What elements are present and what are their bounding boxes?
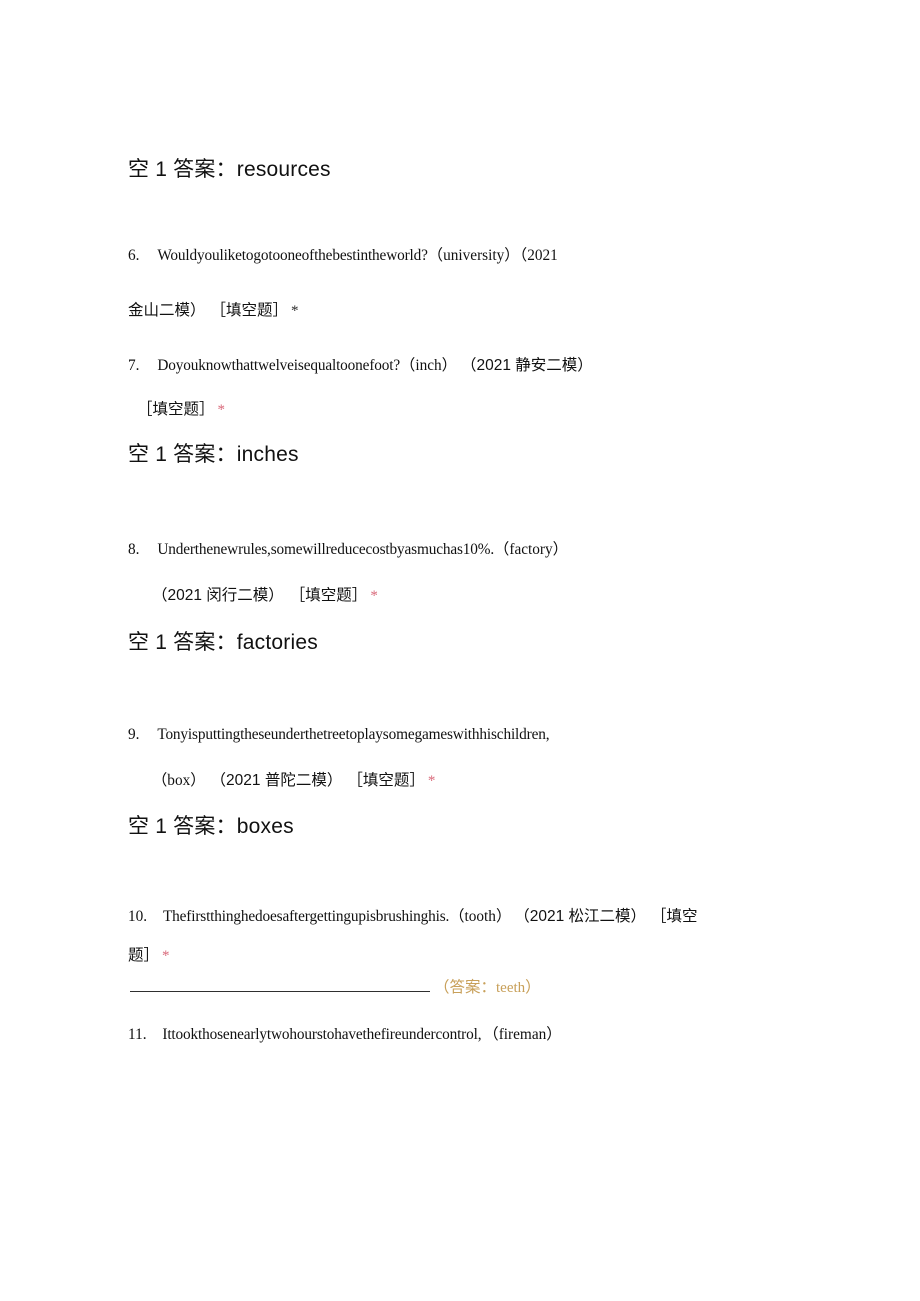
question-9-line-1: 9. Tonyisputtingtheseunderthetreetoplays… [128,712,828,758]
question-10-type-tag-part1: ［填空 [651,908,698,925]
question-6-required-marker: * [291,303,299,319]
answer-line-inches: 空 1 答案：inches [128,440,299,470]
inline-answer-suffix: ） [525,979,541,996]
question-10-type-tag-part2: 题］ [128,947,160,964]
question-item-10: 10. Thefirstthinghedoesaftergettingupisb… [128,897,828,976]
question-item-7: 7. Doyouknowthattwelveisequaltoonefoot?（… [128,344,808,432]
question-9-number: 9. [128,726,140,743]
question-7-line-1: 7. Doyouknowthattwelveisequaltoonefoot?（… [128,344,808,388]
question-6-hint: （university） [427,247,520,264]
question-10-blank-input[interactable] [130,977,430,992]
document-page: 空 1 答案：resources 6. Wouldyouliketogotoon… [0,0,920,1301]
question-8-number: 8. [128,541,140,558]
question-8-hint: （factory） [494,541,568,558]
question-9-type-tag: ［填空题］ [347,772,425,789]
question-8-type-tag: ［填空题］ [289,587,368,604]
question-7-hint: （inch） [400,357,457,374]
inline-answer-value: teeth [496,980,526,996]
question-7-source: （2021 静安二模） [460,357,593,374]
question-10-inline-answer: （答案：teeth） [434,975,541,997]
question-7-line-2: ［填空题］ * [128,388,808,432]
answer-text-factories: 空 1 答案：factories [128,631,318,654]
question-6-line-2: 金山二模） ［填空题］ * [128,283,788,339]
question-8-source: （2021 闵行二模） [152,587,284,604]
answer-text-boxes: 空 1 答案：boxes [128,815,294,838]
answer-line-resources: 空 1 答案：resources [128,155,331,185]
question-9-sentence: Tonyisputtingtheseunderthetreetoplaysome… [157,726,550,743]
question-6-source-tail: 金山二模） [128,302,206,319]
question-item-11: 11. Ittookthosenearlytwohourstohavethefi… [128,1015,828,1055]
question-7-number: 7. [128,357,140,374]
question-8-line-1: 8. Underthenewrules,somewillreducecostby… [128,527,808,573]
question-9-hint: （box） [152,772,206,789]
question-7-type-tag: ［填空题］ [137,401,215,418]
question-10-hint: （tooth） [449,908,512,925]
question-8-line-2: （2021 闵行二模） ［填空题］ * [128,573,808,619]
question-item-8: 8. Underthenewrules,somewillreducecostby… [128,527,808,619]
question-7-sentence: Doyouknowthattwelveisequaltoonefoot? [157,357,401,374]
question-11-line-1: 11. Ittookthosenearlytwohourstohavethefi… [128,1015,828,1055]
question-10-source: （2021 松江二模） [514,908,647,925]
question-7-required-marker: * [217,402,226,418]
question-10-blank-row: （答案：teeth） [130,975,541,997]
inline-answer-prefix: （答案： [434,979,497,996]
question-6-sentence: Wouldyouliketogotooneofthebestintheworld… [157,247,428,264]
question-6-source-head: （2021 [519,247,558,264]
question-10-line-2: 题］ * [128,936,828,976]
answer-line-factories: 空 1 答案：factories [128,628,318,658]
question-6-line-1: 6. Wouldyouliketogotooneofthebestinthewo… [128,228,788,284]
question-11-sentence: Ittookthosenearlytwohourstohavethefireun… [162,1026,482,1043]
question-6-number: 6. [128,247,140,264]
answer-text-resources: 空 1 答案：resources [128,158,331,181]
question-10-required-marker: * [162,948,170,964]
question-9-source: （2021 普陀二模） [210,772,343,789]
question-item-9: 9. Tonyisputtingtheseunderthetreetoplays… [128,712,828,804]
question-8-required-marker: * [370,588,378,604]
question-10-number: 10. [128,908,148,925]
answer-line-boxes: 空 1 答案：boxes [128,812,294,842]
question-6-type-tag: ［填空题］ [210,302,289,319]
question-11-hint: （fireman） [483,1026,562,1043]
question-9-line-2: （box） （2021 普陀二模） ［填空题］ * [128,758,828,804]
question-11-number: 11. [128,1026,147,1043]
question-10-sentence: Thefirstthinghedoesaftergettingupisbrush… [162,908,450,925]
answer-text-inches: 空 1 答案：inches [128,443,299,466]
question-8-sentence: Underthenewrules,somewillreducecostbyasm… [157,541,495,558]
question-9-required-marker: * [427,773,436,789]
question-10-line-1: 10. Thefirstthinghedoesaftergettingupisb… [128,897,828,936]
question-item-6: 6. Wouldyouliketogotooneofthebestinthewo… [128,228,788,339]
